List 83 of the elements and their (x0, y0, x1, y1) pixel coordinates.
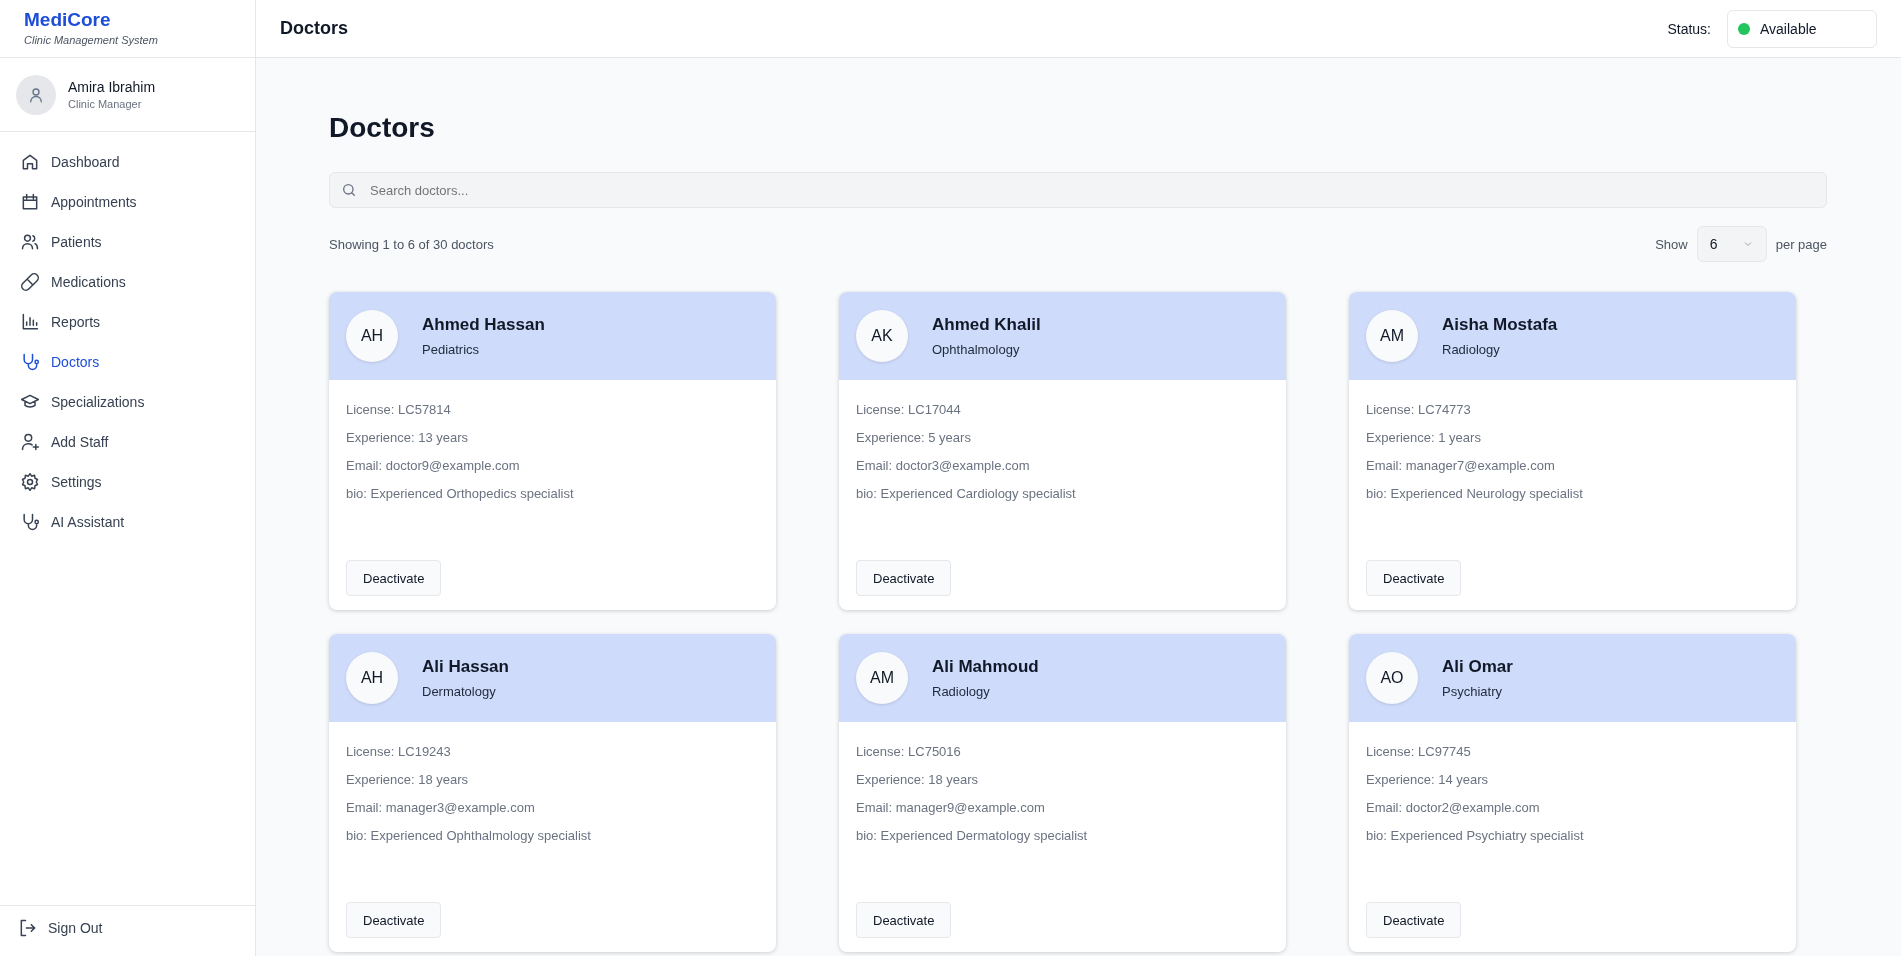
nav-item[interactable]: Add Staff (0, 422, 255, 462)
app-tagline: Clinic Management System (24, 34, 159, 46)
experience-text: Experience: 13 years (346, 430, 470, 446)
doctor-specialty: Dermatology (422, 684, 497, 699)
license-text: License: LC17044 (856, 402, 962, 418)
doctor-name: Ali Omar (1442, 657, 1513, 677)
deactivate-button[interactable]: Deactivate (346, 560, 442, 596)
nav-item[interactable]: Doctors (0, 342, 255, 382)
nav-item[interactable]: Settings (0, 462, 255, 502)
house-icon (20, 152, 40, 172)
add-user-icon (20, 432, 40, 452)
doctor-name: Ali Hassan (422, 657, 509, 677)
show-label: Show (1655, 236, 1688, 252)
doctor-name: Ali Mahmoud (932, 657, 1039, 677)
nav-item[interactable]: Dashboard (0, 142, 255, 182)
bio-text: bio: Experienced Psychiatry specialist (1366, 828, 1585, 844)
email-text: Email: manager3@example.com (346, 800, 536, 816)
sign-out-link[interactable]: Sign Out (18, 918, 103, 938)
nav-item[interactable]: AI Assistant (0, 502, 255, 542)
nav-item[interactable]: Specializations (0, 382, 255, 422)
email-text: Email: doctor2@example.com (1366, 800, 1541, 816)
bio-text: bio: Experienced Orthopedics specialist (346, 486, 575, 502)
header-title: Doctors (280, 18, 348, 39)
initials-avatar: AK (856, 310, 908, 362)
experience-text: Experience: 18 years (856, 772, 980, 788)
per-page-label: per page (1775, 236, 1827, 252)
results-count: Showing 1 to 6 of 30 doctors (329, 236, 494, 252)
email-text: Email: doctor9@example.com (346, 458, 521, 474)
license-text: License: LC75016 (856, 744, 962, 760)
bio-text: bio: Experienced Dermatology specialist (856, 828, 1089, 844)
initials-avatar: AH (346, 652, 398, 704)
app-logo-text: MediCore (24, 9, 112, 31)
doctor-specialty: Radiology (932, 684, 991, 699)
initials-avatar: AO (1366, 652, 1418, 704)
nav-item[interactable]: Appointments (0, 182, 255, 222)
doctor-name: Aisha Mostafa (1442, 315, 1558, 335)
deactivate-button[interactable]: Deactivate (346, 902, 442, 938)
license-text: License: LC57814 (346, 402, 452, 418)
initials-avatar: AM (856, 652, 908, 704)
deactivate-button[interactable]: Deactivate (1366, 560, 1462, 596)
experience-text: Experience: 5 years (856, 430, 972, 446)
doctor-specialty: Pediatrics (422, 342, 481, 357)
gear-icon (20, 472, 40, 492)
bio-text: bio: Experienced Neurology specialist (1366, 486, 1584, 502)
bio-text: bio: Experienced Ophthalmology specialist (346, 828, 592, 844)
nav-item[interactable]: Reports (0, 302, 255, 342)
calendar-icon (20, 192, 40, 212)
email-text: Email: manager9@example.com (856, 800, 1046, 816)
doctor-specialty: Psychiatry (1442, 684, 1503, 699)
initials-avatar: AH (346, 310, 398, 362)
doctor-specialty: Radiology (1442, 342, 1501, 357)
bio-text: bio: Experienced Cardiology specialist (856, 486, 1077, 502)
page-title: Doctors (329, 112, 436, 144)
user-role: Clinic Manager (68, 98, 143, 110)
nav-item[interactable]: Patients (0, 222, 255, 262)
license-text: License: LC19243 (346, 744, 452, 760)
email-text: Email: manager7@example.com (1366, 458, 1556, 474)
avatar-icon (16, 74, 56, 115)
deactivate-button[interactable]: Deactivate (856, 560, 952, 596)
stethoscope-icon (20, 512, 40, 532)
user-name: Amira Ibrahim (68, 79, 156, 95)
experience-text: Experience: 1 years (1366, 430, 1482, 446)
sign-out-icon (18, 918, 38, 938)
nav-item[interactable]: Medications (0, 262, 255, 302)
deactivate-button[interactable]: Deactivate (1366, 902, 1462, 938)
status-label: Status: (1667, 20, 1711, 37)
bar-chart-icon (20, 312, 40, 332)
pill-icon (20, 272, 40, 292)
license-text: License: LC97745 (1366, 744, 1472, 760)
doctor-specialty: Ophthalmology (932, 342, 1021, 357)
experience-text: Experience: 14 years (1366, 772, 1490, 788)
status-dropdown[interactable]: Available (1727, 9, 1877, 48)
email-text: Email: doctor3@example.com (856, 458, 1031, 474)
search-field[interactable]: Search doctors... (329, 172, 1827, 208)
experience-text: Experience: 18 years (346, 772, 470, 788)
page-size-select[interactable]: 6 (1696, 226, 1767, 262)
stethoscope-icon (20, 352, 40, 372)
doctor-name: Ahmed Khalil (932, 315, 1041, 335)
license-text: License: LC74773 (1366, 402, 1472, 418)
doctor-name: Ahmed Hassan (422, 315, 545, 335)
people-icon (20, 232, 40, 252)
initials-avatar: AM (1366, 310, 1418, 362)
deactivate-button[interactable]: Deactivate (856, 902, 952, 938)
